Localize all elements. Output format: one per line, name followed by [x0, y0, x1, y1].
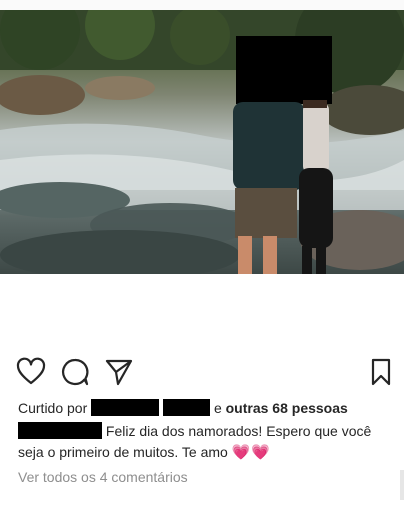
censored-username — [91, 399, 160, 416]
likes-others-link[interactable]: outras 68 pessoas — [226, 400, 348, 416]
censored-username — [163, 399, 211, 416]
likes-prefix: Curtido por — [18, 400, 88, 416]
post-actions — [0, 357, 404, 389]
image-bottom-area — [0, 274, 404, 356]
likes-joiner: e — [213, 400, 222, 416]
top-strip — [0, 0, 404, 10]
comment-icon[interactable] — [60, 357, 90, 387]
heart-emoji: 💗💗 — [231, 444, 272, 461]
scroll-indicator — [400, 470, 404, 500]
send-icon[interactable] — [104, 357, 134, 387]
bookmark-icon[interactable] — [366, 357, 396, 387]
likes-line: Curtido por e outras 68 pessoas — [18, 399, 348, 416]
post-caption: Feliz dia dos namorados! Espero que você… — [18, 421, 390, 463]
view-comments-link[interactable]: Ver todos os 4 comentários — [18, 469, 188, 485]
post-image-art — [0, 10, 404, 274]
heart-icon[interactable] — [16, 357, 46, 387]
post-image[interactable] — [0, 10, 404, 274]
censored-author[interactable] — [18, 422, 102, 439]
